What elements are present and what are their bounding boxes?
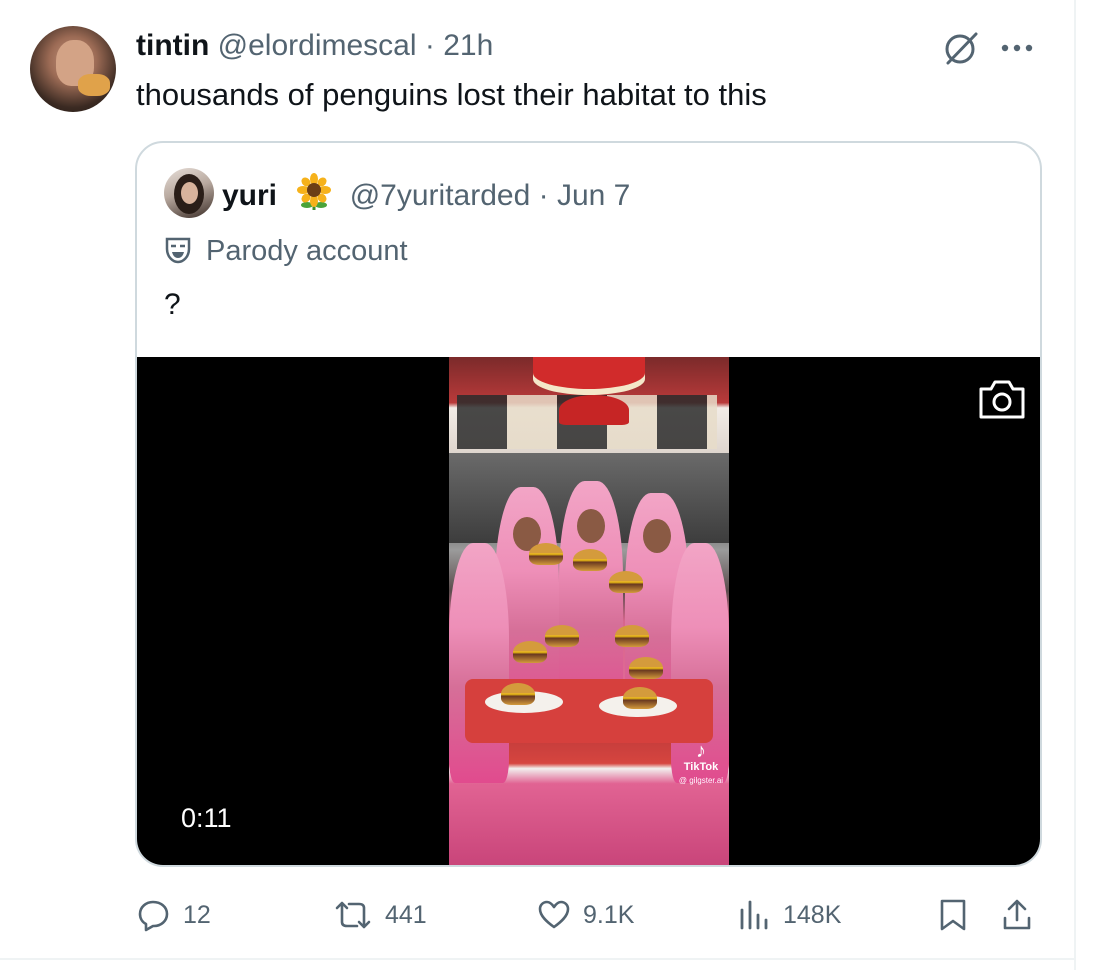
face-image — [643, 519, 671, 553]
tiktok-logo-icon: ♪ — [696, 740, 706, 762]
views-button[interactable]: 148K — [737, 890, 841, 940]
avatar-face — [181, 182, 198, 204]
grok-icon[interactable] — [941, 28, 981, 68]
video-timestamp: 0:11 — [181, 803, 232, 833]
tiktok-brand: TikTok — [683, 761, 719, 773]
quoted-author-avatar[interactable] — [164, 168, 214, 218]
burger-image — [529, 543, 563, 565]
tweet-text: thousands of penguins lost their habitat… — [136, 77, 767, 112]
more-icon[interactable] — [997, 30, 1037, 66]
reply-icon — [138, 900, 169, 932]
sunflower-icon — [295, 173, 333, 211]
burger-image — [573, 549, 607, 571]
tweet-time[interactable]: 21h — [443, 29, 493, 62]
parody-label-text: Parody account — [206, 235, 408, 267]
bookmark-icon — [940, 899, 966, 931]
tiktok-watermark: ♪ TikTok @ gilgster.ai — [673, 741, 729, 787]
author-avatar[interactable] — [30, 26, 116, 112]
author-handle[interactable]: @elordimescal — [218, 29, 417, 62]
person-image — [449, 543, 509, 783]
like-button[interactable]: 9.1K — [537, 890, 634, 940]
header-separator: · — [424, 29, 435, 62]
heart-icon — [538, 900, 570, 929]
tweet-page: tintin @elordimescal · 21h thousands of … — [0, 0, 1118, 970]
bottom-divider — [0, 958, 1074, 960]
burger-image — [501, 683, 535, 705]
burger-image — [609, 571, 643, 593]
avatar-food — [78, 74, 110, 96]
burger-image — [545, 625, 579, 647]
face-image — [577, 509, 605, 543]
camera-icon[interactable] — [977, 377, 1027, 421]
repost-button[interactable]: 441 — [333, 890, 427, 940]
burger-image — [623, 687, 657, 709]
like-count: 9.1K — [583, 900, 635, 929]
quoted-tweet-card[interactable]: yuri @7yuritarded · Jun 7 Parody account… — [135, 141, 1042, 867]
burger-image — [629, 657, 663, 679]
tweet-header: tintin @elordimescal · 21h — [136, 28, 493, 64]
quoted-tweet-text: ? — [164, 288, 181, 321]
right-divider — [1074, 0, 1076, 970]
quoted-author-name[interactable]: yuri — [222, 179, 277, 212]
share-button[interactable] — [1001, 890, 1033, 940]
share-icon — [1003, 899, 1031, 930]
ceiling-lamp-image — [559, 395, 629, 425]
reply-count: 12 — [183, 900, 211, 929]
views-count: 148K — [783, 900, 842, 929]
tiktok-user: @ gilgster.ai — [678, 776, 724, 785]
quoted-date[interactable]: Jun 7 — [557, 179, 630, 212]
video-player[interactable]: ♪ TikTok @ gilgster.ai 0:11 — [137, 357, 1040, 865]
repost-icon — [335, 901, 371, 929]
video-frame: ♪ TikTok @ gilgster.ai — [449, 357, 729, 865]
bookmark-button[interactable] — [937, 890, 969, 940]
parody-label: Parody account — [164, 232, 408, 270]
quoted-header: yuri @7yuritarded · Jun 7 — [222, 173, 630, 215]
burger-image — [615, 625, 649, 647]
quoted-header-separator: · — [538, 179, 549, 212]
views-icon — [740, 900, 768, 930]
reply-button[interactable]: 12 — [137, 890, 211, 940]
repost-count: 441 — [385, 900, 427, 929]
ceiling-lamp-image — [533, 357, 645, 389]
action-bar: 12 441 9.1K 148K — [0, 890, 1074, 940]
quoted-author-handle[interactable]: @7yuritarded — [350, 179, 531, 212]
author-name[interactable]: tintin — [136, 29, 209, 62]
burger-image — [513, 641, 547, 663]
parody-mask-icon — [164, 236, 192, 264]
